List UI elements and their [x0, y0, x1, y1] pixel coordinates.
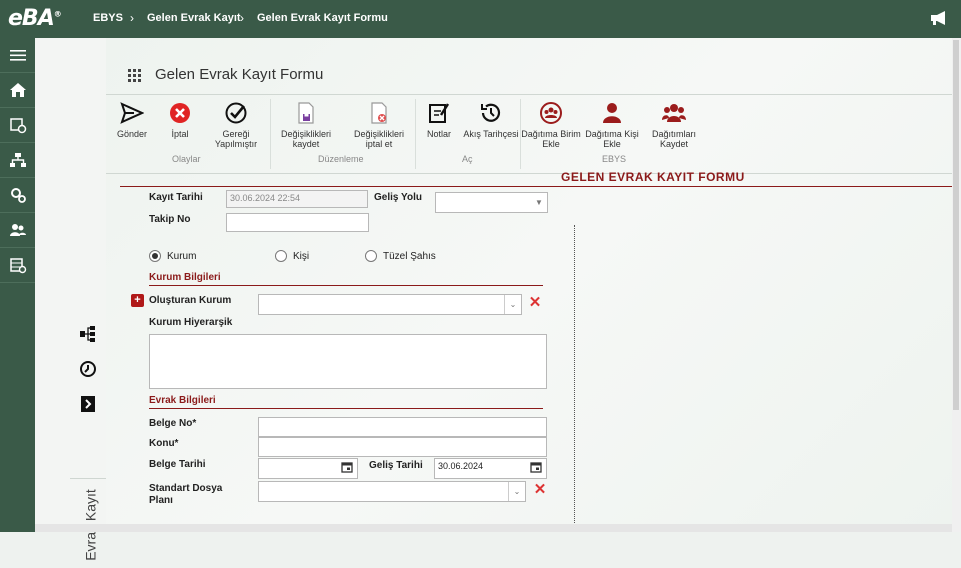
- done-button[interactable]: Gereği Yapılmıştır: [206, 101, 266, 149]
- standart-dosya-plani-select[interactable]: ⌄: [258, 481, 526, 502]
- clear-kurum-icon[interactable]: ✕: [528, 295, 542, 310]
- chevron-down-icon: ▼: [535, 198, 543, 207]
- konu-label: Konu*: [149, 438, 179, 449]
- clear-dosya-plani-icon[interactable]: ✕: [533, 482, 547, 497]
- document-gear-icon: [9, 118, 26, 134]
- gelis-yolu-select[interactable]: ▼: [435, 192, 548, 213]
- logo[interactable]: eBA®: [8, 6, 62, 31]
- sidebar: [0, 38, 35, 532]
- kurum-hiyerarsik-textarea[interactable]: [149, 334, 547, 389]
- gelis-yolu-label: Geliş Yolu: [374, 192, 422, 203]
- belge-tarihi-label: Belge Tarihi: [149, 459, 206, 470]
- check-circle-icon: [225, 102, 247, 124]
- calendar-icon[interactable]: [341, 461, 353, 473]
- horizontal-scrollbar[interactable]: [35, 524, 952, 532]
- gears-icon: [10, 188, 26, 203]
- history-icon[interactable]: [78, 359, 98, 379]
- breadcrumb-ebys[interactable]: EBYS: [93, 12, 123, 24]
- takip-no-input[interactable]: [226, 213, 369, 232]
- takip-no-label: Takip No: [149, 214, 191, 225]
- org-chart-icon: [9, 153, 26, 167]
- discard-changes-button[interactable]: Değişiklikleri iptal et: [349, 101, 409, 149]
- konu-input[interactable]: [258, 437, 547, 457]
- divider: [120, 186, 952, 187]
- users-icon: [9, 224, 26, 236]
- unit-group-icon: [540, 102, 562, 124]
- add-person-to-distribution-button[interactable]: Dağıtıma Kişi Ekle: [582, 101, 642, 149]
- save-distributions-button[interactable]: Dağıtımları Kaydet: [644, 101, 704, 149]
- calendar-icon[interactable]: [530, 461, 542, 473]
- person-icon: [603, 103, 621, 123]
- group-label-olaylar: Olaylar: [172, 154, 201, 164]
- users-button[interactable]: [0, 213, 35, 248]
- top-bar: eBA® EBYS › Gelen Evrak Kayıt › Gelen Ev…: [0, 0, 961, 38]
- column-divider: [574, 225, 575, 525]
- kayit-tarihi-field: 30.06.2024 22:54: [226, 190, 368, 208]
- group-label-ebys: EBYS: [602, 154, 627, 164]
- grid-icon: [128, 69, 141, 82]
- cancel-button[interactable]: İptal: [150, 101, 210, 139]
- group-label-ac: Aç: [462, 154, 473, 164]
- add-unit-to-distribution-button[interactable]: Dağıtıma Birim Ekle: [521, 101, 581, 149]
- radio-selected-icon: [149, 250, 161, 262]
- home-icon: [9, 83, 26, 97]
- send-icon: [120, 102, 144, 124]
- archive-gear-icon: [9, 258, 26, 274]
- radio-kurum[interactable]: Kurum: [149, 250, 196, 262]
- discard-document-icon: [371, 102, 387, 124]
- belge-tarihi-input[interactable]: [258, 458, 358, 479]
- megaphone-icon[interactable]: [929, 9, 949, 27]
- scrollbar-thumb[interactable]: [953, 40, 959, 410]
- radio-tuzel-sahis[interactable]: Tüzel Şahıs: [365, 250, 436, 262]
- radio-empty-icon: [275, 250, 287, 262]
- gelis-tarihi-label: Geliş Tarihi: [369, 460, 423, 471]
- menu-button[interactable]: [0, 38, 35, 73]
- radio-empty-icon: [365, 250, 377, 262]
- olusturan-kurum-label: Oluşturan Kurum: [149, 295, 232, 306]
- chevron-down-icon: ⌄: [508, 482, 525, 501]
- side-panel-title: Evrak Kayıt: [70, 478, 106, 564]
- left-blank-panel: [35, 38, 71, 532]
- hamburger-icon: [9, 50, 26, 61]
- save-document-icon: [298, 102, 314, 124]
- panel-toggle-icon[interactable]: [78, 394, 98, 414]
- section-kurum-bilgileri: Kurum Bilgileri: [149, 272, 221, 283]
- breadcrumb-current: Gelen Evrak Kayıt Formu: [257, 12, 388, 24]
- chevron-right-icon: ›: [130, 11, 134, 25]
- close-circle-icon: [170, 103, 190, 123]
- settings-button[interactable]: [0, 178, 35, 213]
- standart-dosya-plani-label: Standart Dosya Planı: [149, 483, 223, 506]
- add-kurum-button[interactable]: +: [131, 294, 144, 307]
- notes-icon: [429, 103, 450, 123]
- page-title: Gelen Evrak Kayıt Formu: [155, 66, 324, 83]
- organization-button[interactable]: [0, 143, 35, 178]
- flow-history-button[interactable]: Akış Tarihçesi: [461, 101, 521, 139]
- gelis-tarihi-input[interactable]: 30.06.2024: [434, 458, 547, 479]
- chevron-right-icon: ›: [240, 11, 244, 25]
- notes-button[interactable]: Notlar: [409, 101, 469, 139]
- hierarchy-icon[interactable]: [78, 324, 98, 344]
- divider: [149, 285, 543, 286]
- archive-settings-button[interactable]: [0, 248, 35, 283]
- belge-no-label: Belge No*: [149, 418, 197, 429]
- toolbar-divider: [270, 99, 271, 169]
- kayit-tarihi-label: Kayıt Tarihi: [149, 192, 203, 203]
- group-label-duzenleme: Düzenleme: [318, 154, 364, 164]
- history-icon: [481, 103, 501, 122]
- olusturan-kurum-select[interactable]: ⌄: [258, 294, 522, 315]
- documents-settings-button[interactable]: [0, 108, 35, 143]
- toolbar: Gönder İptal Gereği Yapılmıştır Olaylar …: [106, 94, 952, 174]
- save-changes-button[interactable]: Değişiklikleri kaydet: [276, 101, 336, 149]
- chevron-down-icon: ⌄: [504, 295, 521, 314]
- divider: [149, 408, 543, 409]
- main-content: Gelen Evrak Kayıt Formu Gönder İptal Ger…: [106, 38, 952, 532]
- home-button[interactable]: [0, 73, 35, 108]
- form-banner: GELEN EVRAK KAYIT FORMU: [561, 170, 745, 184]
- kurum-hiyerarsik-label: Kurum Hiyerarşik: [149, 317, 233, 328]
- belge-no-input[interactable]: [258, 417, 547, 437]
- section-evrak-bilgileri: Evrak Bilgileri: [149, 395, 216, 406]
- breadcrumb-gelen-evrak-kayit[interactable]: Gelen Evrak Kayıt: [147, 12, 241, 24]
- radio-kisi[interactable]: Kişi: [275, 250, 309, 262]
- people-icon: [662, 104, 686, 122]
